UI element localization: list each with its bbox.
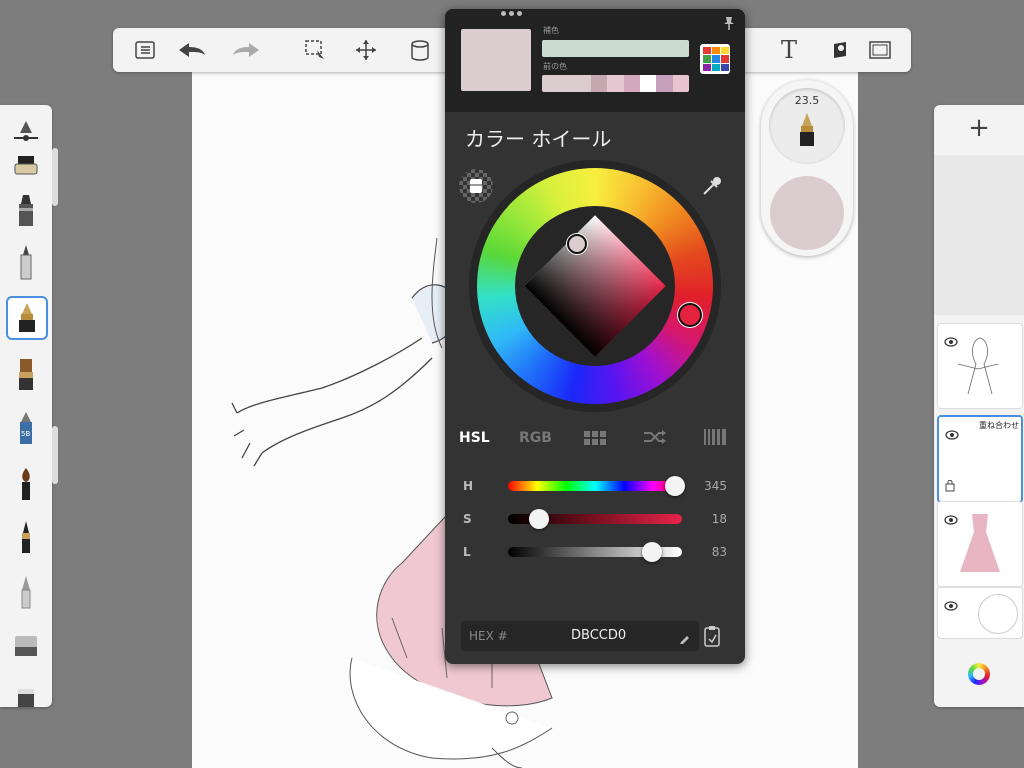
text-icon[interactable]: T <box>775 36 803 64</box>
previous-color-swatch[interactable] <box>607 75 624 92</box>
popup-grip[interactable] <box>501 11 523 17</box>
layer-thumbnail-sketch[interactable] <box>937 323 1023 409</box>
tab-swatches-icon[interactable] <box>584 430 606 449</box>
color-wheel[interactable] <box>469 160 721 412</box>
undo-icon[interactable] <box>175 36 209 64</box>
layers-panel: + 重ね合わせ <box>934 105 1024 707</box>
previous-color-label: 前の色 <box>543 62 567 71</box>
eyedropper-icon[interactable] <box>701 175 723 201</box>
fill-icon[interactable] <box>6 677 46 707</box>
left-panel-handle-top[interactable] <box>52 148 58 206</box>
previous-color-swatch[interactable] <box>672 75 689 92</box>
inking-pen-icon[interactable] <box>6 296 48 340</box>
transparency-toggle-icon[interactable] <box>459 169 493 203</box>
hue-label: H <box>463 479 474 493</box>
selection-icon[interactable] <box>301 36 329 64</box>
previous-color-swatch[interactable] <box>542 75 591 92</box>
complementary-label: 補色 <box>543 26 559 35</box>
tab-gradient-icon[interactable] <box>704 429 726 449</box>
clipboard-icon[interactable] <box>704 625 720 651</box>
ballpoint-icon[interactable] <box>6 241 46 283</box>
pin-icon[interactable] <box>723 15 735 34</box>
hex-value: DBCCD0 <box>571 628 627 643</box>
lightness-value: 83 <box>711 545 727 559</box>
brush-library: 5B <box>0 105 52 707</box>
left-panel-handle-bottom[interactable] <box>52 426 58 484</box>
edit-pencil-icon[interactable] <box>679 629 691 648</box>
layer-thumbnail-overlay[interactable]: 重ね合わせ <box>937 415 1023 503</box>
brush-size-control[interactable]: 23.5 <box>769 88 845 164</box>
brush-color-swatch[interactable] <box>770 176 844 250</box>
previous-color-swatch[interactable] <box>639 75 657 92</box>
add-layer-button[interactable]: + <box>934 113 1024 143</box>
tab-hsl[interactable]: HSL <box>459 430 490 446</box>
inking-pen-preview-icon <box>798 112 816 152</box>
layer-thumbnail-dress[interactable] <box>937 501 1023 587</box>
layer-preview-sketch <box>957 337 999 395</box>
lightness-label: L <box>463 545 471 559</box>
background-color-circle[interactable] <box>978 594 1018 634</box>
fullscreen-icon[interactable] <box>866 36 894 64</box>
current-color-swatch[interactable] <box>461 29 531 91</box>
brush-size-value: 23.5 <box>794 94 820 107</box>
layers-divider <box>934 155 1024 315</box>
redo-icon[interactable] <box>229 36 263 64</box>
saturation-slider-knob[interactable] <box>529 509 550 529</box>
pencil-grade-label: 5B <box>21 430 30 438</box>
hex-input-field[interactable]: HEX # DBCCD0 <box>461 621 699 651</box>
pencil-icon[interactable]: 5B <box>6 407 46 449</box>
previous-color-swatch[interactable] <box>591 75 608 92</box>
stencil-icon[interactable] <box>826 36 854 64</box>
paintbrush-icon[interactable] <box>6 463 46 505</box>
complementary-color-bar[interactable] <box>542 40 689 57</box>
fill-bucket-icon[interactable] <box>406 36 434 64</box>
color-editor-popup: 補色 前の色 カラー ホイール HSL RGB H 345 S 18 L 83 … <box>445 9 745 664</box>
saturation-label: S <box>463 512 472 526</box>
hue-slider-knob[interactable] <box>665 476 686 496</box>
brush-property-panel: 23.5 <box>761 80 853 256</box>
brush-icon[interactable] <box>6 353 46 395</box>
previous-colors-bar[interactable] <box>542 75 689 92</box>
transform-icon[interactable] <box>352 36 380 64</box>
hex-label: HEX # <box>469 629 508 643</box>
alpha-lock-icon[interactable] <box>945 477 955 496</box>
ink-brush-icon[interactable] <box>6 516 46 558</box>
list-icon[interactable] <box>131 36 159 64</box>
hue-picker-handle[interactable] <box>678 303 702 327</box>
color-panel-title: カラー ホイール <box>465 127 612 151</box>
eraser-icon[interactable] <box>6 625 46 667</box>
color-wheel-icon[interactable] <box>968 663 990 685</box>
blend-mode-label: 重ね合わせ <box>979 421 1019 430</box>
eye-icon[interactable] <box>944 596 958 615</box>
airbrush-icon[interactable] <box>6 145 46 187</box>
marker-icon[interactable] <box>6 190 46 232</box>
tab-rgb[interactable]: RGB <box>519 430 552 446</box>
lightness-slider-knob[interactable] <box>642 542 663 562</box>
sl-picker-handle[interactable] <box>567 234 587 254</box>
previous-color-swatch[interactable] <box>656 75 673 92</box>
layer-thumbnail-background[interactable] <box>937 587 1023 639</box>
eye-icon[interactable] <box>945 425 959 444</box>
previous-color-swatch[interactable] <box>623 75 640 92</box>
color-palette-icon[interactable] <box>700 44 730 74</box>
smudge-icon[interactable] <box>6 571 46 613</box>
layer-preview-dress <box>960 514 1000 572</box>
tab-shuffle-icon[interactable] <box>643 429 667 449</box>
saturation-value: 18 <box>711 512 727 526</box>
color-header: 補色 前の色 <box>445 9 745 112</box>
hue-value: 345 <box>704 479 727 493</box>
hue-slider-track[interactable] <box>508 481 682 491</box>
